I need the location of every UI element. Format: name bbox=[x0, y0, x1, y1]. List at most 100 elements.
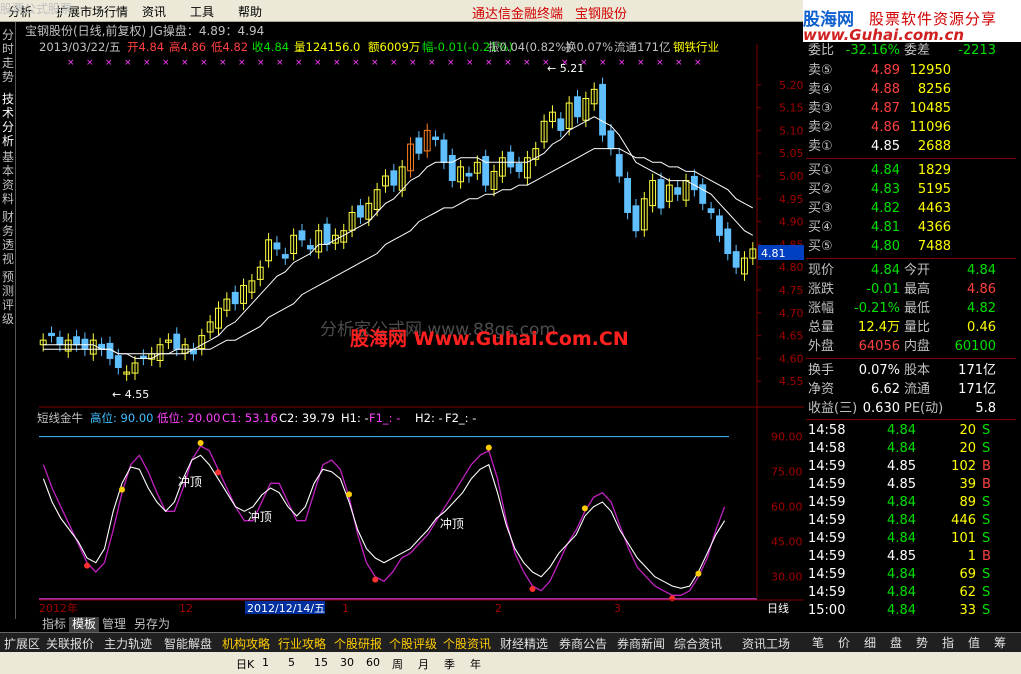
subtab-indicator[interactable]: 指标 bbox=[39, 617, 69, 632]
subtab-save-as[interactable]: 另存为 bbox=[131, 617, 173, 632]
fund-row-0[interactable]: 换手 0.07% 股本 171亿 bbox=[806, 362, 1016, 380]
stat-row-4-cell: 外盘 bbox=[808, 339, 835, 354]
info-tab-9[interactable]: 财经精选 bbox=[500, 635, 548, 652]
tick-row-8[interactable]: 14:59 4.84 69 S bbox=[806, 566, 1016, 584]
quote-tab-2[interactable]: 细 bbox=[864, 634, 876, 651]
quote-tab-6[interactable]: 值 bbox=[968, 634, 980, 651]
bid-row-4[interactable]: 买④ 4.81 4366 bbox=[806, 219, 1016, 237]
fund-row-2-cell: 0.630 bbox=[862, 401, 900, 416]
period-button-7[interactable]: 月 bbox=[418, 656, 429, 672]
chart-title-line: 宝钢股份(日线,前复权) JG操盘：4.89：4.94 bbox=[25, 23, 264, 38]
tick-row-7[interactable]: 14:59 4.85 1 B bbox=[806, 548, 1016, 566]
fund-row-1-cell: 净资 bbox=[808, 382, 835, 397]
tab-basic-info[interactable]: 基本资料 bbox=[1, 150, 15, 206]
chart-canvas[interactable]: 宝钢股份(日线,前复权) JG操盘：4.89：4.94 2013/03/22/五开… bbox=[17, 22, 804, 619]
chart-area[interactable]: 宝钢股份(日线,前复权) JG操盘：4.89：4.94 2013/03/22/五开… bbox=[17, 22, 804, 619]
quote-tab-3[interactable]: 盘 bbox=[890, 634, 902, 651]
candle-body bbox=[173, 333, 181, 350]
info-tab-2[interactable]: 主力轨迹 bbox=[104, 635, 152, 652]
quote-tab-5[interactable]: 指 bbox=[942, 634, 954, 651]
tick-row-10-cell: 15:00 bbox=[808, 603, 846, 618]
period-button-1[interactable]: 1 bbox=[262, 656, 269, 669]
period-button-9[interactable]: 年 bbox=[470, 656, 481, 672]
tab-financial[interactable]: 财务透视 bbox=[1, 210, 15, 266]
ask-row-4[interactable]: 卖② 4.86 11096 bbox=[806, 119, 1016, 137]
info-tab-7[interactable]: 个股评级 bbox=[389, 635, 437, 652]
stat-row-4[interactable]: 外盘 64056 内盘 60100 bbox=[806, 338, 1016, 356]
info-tab-12[interactable]: 综合资讯 bbox=[674, 635, 722, 652]
period-button-0[interactable]: 日K bbox=[236, 656, 254, 672]
tick-row-4[interactable]: 14:59 4.84 89 S bbox=[806, 494, 1016, 512]
info-tab-5[interactable]: 行业攻略 bbox=[278, 635, 326, 652]
indicator-y-label-1: 75.00 bbox=[771, 466, 803, 479]
ask-row-3[interactable]: 卖③ 4.87 10485 bbox=[806, 100, 1016, 118]
subtab-template[interactable]: 模板 bbox=[69, 617, 100, 632]
menu-help[interactable]: 帮助 bbox=[238, 3, 262, 20]
info-tab-0[interactable]: 扩展区 bbox=[4, 635, 40, 652]
info-tab-11[interactable]: 券商新闻 bbox=[617, 635, 665, 652]
bid-row-5[interactable]: 买⑤ 4.80 7488 bbox=[806, 238, 1016, 256]
quote-tab-4[interactable]: 势 bbox=[916, 634, 928, 651]
period-button-8[interactable]: 季 bbox=[444, 656, 455, 672]
stat-row-3[interactable]: 总量 12.4万 量比 0.46 bbox=[806, 319, 1016, 337]
tab-intraday[interactable]: 分时走势 bbox=[1, 28, 15, 84]
tick-row-9[interactable]: 14:59 4.84 62 S bbox=[806, 584, 1016, 602]
tick-row-8-cell: 14:59 bbox=[808, 567, 846, 582]
bid-row-1[interactable]: 买① 4.84 1829 bbox=[806, 162, 1016, 180]
y-tick-label-11: 4.65 bbox=[779, 330, 804, 343]
period-button-4[interactable]: 30 bbox=[340, 656, 354, 669]
fund-row-1[interactable]: 净资 6.62 流通 171亿 bbox=[806, 381, 1016, 399]
signal-x-mark: × bbox=[200, 58, 208, 68]
tick-row-1-cell: 20 bbox=[959, 441, 976, 456]
candle-body bbox=[657, 179, 665, 209]
bid-row-2[interactable]: 买② 4.83 5195 bbox=[806, 181, 1016, 199]
subtab-manage[interactable]: 管理 bbox=[99, 617, 129, 632]
signal-dot bbox=[118, 486, 125, 493]
info-tab-8[interactable]: 个股资讯 bbox=[443, 635, 491, 652]
tick-row-0[interactable]: 14:58 4.84 20 S bbox=[806, 422, 1016, 440]
tick-row-0-cell: 20 bbox=[959, 423, 976, 438]
period-button-5[interactable]: 60 bbox=[366, 656, 380, 669]
period-button-6[interactable]: 周 bbox=[392, 656, 403, 672]
info-tab-3[interactable]: 智能解盘 bbox=[164, 635, 212, 652]
info-tab-6[interactable]: 个股研报 bbox=[334, 635, 382, 652]
tick-row-2[interactable]: 14:59 4.85 102 B bbox=[806, 458, 1016, 476]
tick-row-6[interactable]: 14:59 4.84 101 S bbox=[806, 530, 1016, 548]
tick-row-3[interactable]: 14:59 4.85 39 B bbox=[806, 476, 1016, 494]
candle-body bbox=[357, 205, 364, 218]
fund-row-2[interactable]: 收益(三) 0.630 PE(动) 5.8 bbox=[806, 400, 1016, 418]
tick-row-1[interactable]: 14:58 4.84 20 S bbox=[806, 440, 1016, 458]
tab-forecast[interactable]: 预测评级 bbox=[1, 270, 15, 326]
formula-stock-button[interactable]: 股票公式股票 bbox=[0, 0, 72, 17]
ask-row-5[interactable]: 卖① 4.85 2688 bbox=[806, 138, 1016, 156]
stat-row-0[interactable]: 现价 4.84 今开 4.84 bbox=[806, 262, 1016, 280]
tab-technical[interactable]: 技术分析 bbox=[1, 92, 15, 148]
tick-row-1-cell: S bbox=[982, 441, 991, 456]
stat-row-2[interactable]: 涨幅 -0.21% 最低 4.82 bbox=[806, 300, 1016, 318]
menu-news[interactable]: 资讯 bbox=[142, 3, 166, 20]
ask-row-2[interactable]: 卖④ 4.88 8256 bbox=[806, 81, 1016, 99]
info-tab-4[interactable]: 机构攻略 bbox=[222, 635, 270, 652]
period-button-3[interactable]: 15 bbox=[314, 656, 328, 669]
time-label-3: 2 bbox=[495, 602, 502, 615]
order-ratio-row[interactable]: 委比 -32.16% 委差 -2213 bbox=[806, 42, 1016, 60]
quote-tab-0[interactable]: 笔 bbox=[812, 634, 824, 651]
stat-row-1-cell: 4.86 bbox=[967, 282, 996, 297]
bid-row-3[interactable]: 买③ 4.82 4463 bbox=[806, 200, 1016, 218]
info-tab-1[interactable]: 关联报价 bbox=[46, 635, 94, 652]
tick-row-10[interactable]: 15:00 4.84 33 S bbox=[806, 602, 1016, 620]
menu-tools[interactable]: 工具 bbox=[190, 3, 214, 20]
signal-dot-red bbox=[372, 576, 379, 583]
quote-tab-1[interactable]: 价 bbox=[838, 634, 850, 651]
signal-x-mark: × bbox=[390, 58, 398, 68]
quote-tab-7[interactable]: 筹 bbox=[994, 634, 1006, 651]
tick-row-5[interactable]: 14:59 4.84 446 S bbox=[806, 512, 1016, 530]
ask-row-1[interactable]: 卖⑤ 4.89 12950 bbox=[806, 62, 1016, 80]
signal-x-mark: × bbox=[238, 58, 246, 68]
period-button-2[interactable]: 5 bbox=[288, 656, 295, 669]
y-tick-label-6: 4.90 bbox=[779, 216, 804, 229]
info-tab-10[interactable]: 券商公告 bbox=[559, 635, 607, 652]
indicator-y-label-2: 60.00 bbox=[771, 501, 803, 514]
info-tab-13[interactable]: 资讯工场 bbox=[742, 635, 790, 652]
stat-row-1[interactable]: 涨跌 -0.01 最高 4.86 bbox=[806, 281, 1016, 299]
